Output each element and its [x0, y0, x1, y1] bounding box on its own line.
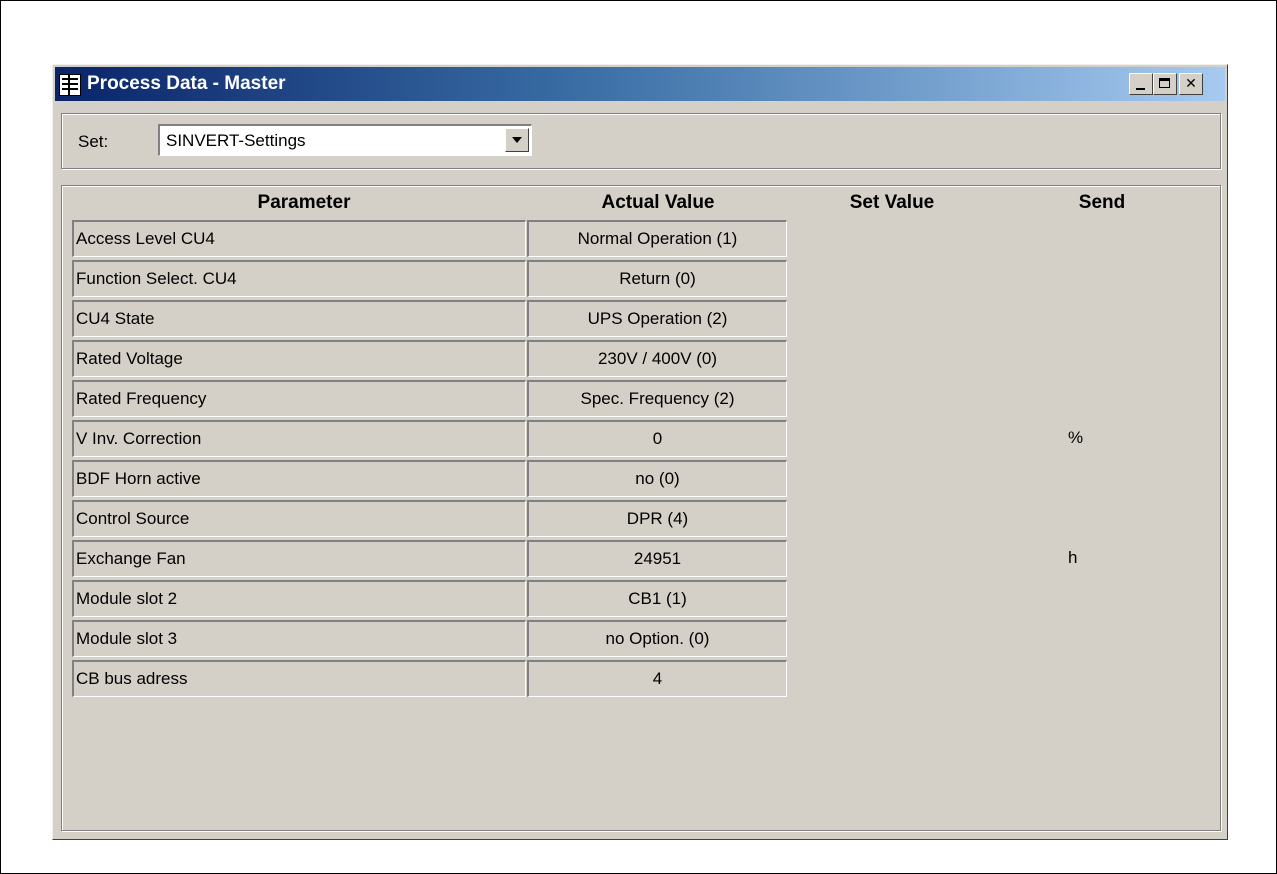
- unit-label: h: [1068, 548, 1078, 567]
- close-button[interactable]: ✕: [1179, 73, 1203, 95]
- table-icon: [59, 74, 81, 96]
- actual-value-cell: 24951: [527, 540, 787, 577]
- parameter-cell: Access Level CU4: [72, 220, 526, 257]
- actual-value-cell: 230V / 400V (0): [527, 340, 787, 377]
- parameter-cell: Control Source: [72, 500, 526, 537]
- header-set-value: Set Value: [849, 192, 935, 213]
- header-actual-value: Actual Value: [601, 192, 715, 213]
- parameter-cell: BDF Horn active: [72, 460, 526, 497]
- actual-value-cell: 4: [527, 660, 787, 697]
- actual-value-cell: no Option. (0): [527, 620, 787, 657]
- window-title: Process Data - Master: [87, 73, 286, 94]
- parameter-cell: V Inv. Correction: [72, 420, 526, 457]
- set-dropdown-value: SINVERT-Settings: [166, 131, 306, 150]
- actual-value-cell: Return (0): [527, 260, 787, 297]
- parameter-cell: Module slot 3: [72, 620, 526, 657]
- actual-value-cell: Spec. Frequency (2): [527, 380, 787, 417]
- parameter-cell: Rated Voltage: [72, 340, 526, 377]
- parameter-cell: CU4 State: [72, 300, 526, 337]
- parameter-cell: Function Select. CU4: [72, 260, 526, 297]
- set-label: Set:: [78, 132, 109, 151]
- actual-value-cell: CB1 (1): [527, 580, 787, 617]
- maximize-button[interactable]: [1153, 73, 1177, 95]
- unit-label: %: [1068, 428, 1084, 447]
- actual-value-cell: no (0): [527, 460, 787, 497]
- header-parameter: Parameter: [257, 192, 351, 213]
- title-bar[interactable]: Process Data - Master ✕: [55, 67, 1225, 101]
- parameter-cell: Rated Frequency: [72, 380, 526, 417]
- actual-value-cell: Normal Operation (1): [527, 220, 787, 257]
- actual-value-cell: UPS Operation (2): [527, 300, 787, 337]
- process-data-window: Process Data - Master ✕ Set: SINVERT-Set…: [52, 64, 1228, 840]
- parameter-cell: CB bus adress: [72, 660, 526, 697]
- set-dropdown[interactable]: SINVERT-Settings: [158, 124, 532, 156]
- parameter-cell: Exchange Fan: [72, 540, 526, 577]
- actual-value-cell: 0: [527, 420, 787, 457]
- parameter-table: Parameter Actual Value Set Value Send Ac…: [61, 185, 1221, 831]
- set-panel: Set: SINVERT-Settings: [61, 113, 1221, 169]
- dropdown-arrow-button[interactable]: [505, 128, 529, 152]
- parameter-cell: Module slot 2: [72, 580, 526, 617]
- minimize-button[interactable]: [1129, 73, 1153, 95]
- actual-value-cell: DPR (4): [527, 500, 787, 537]
- header-send: Send: [1078, 192, 1126, 213]
